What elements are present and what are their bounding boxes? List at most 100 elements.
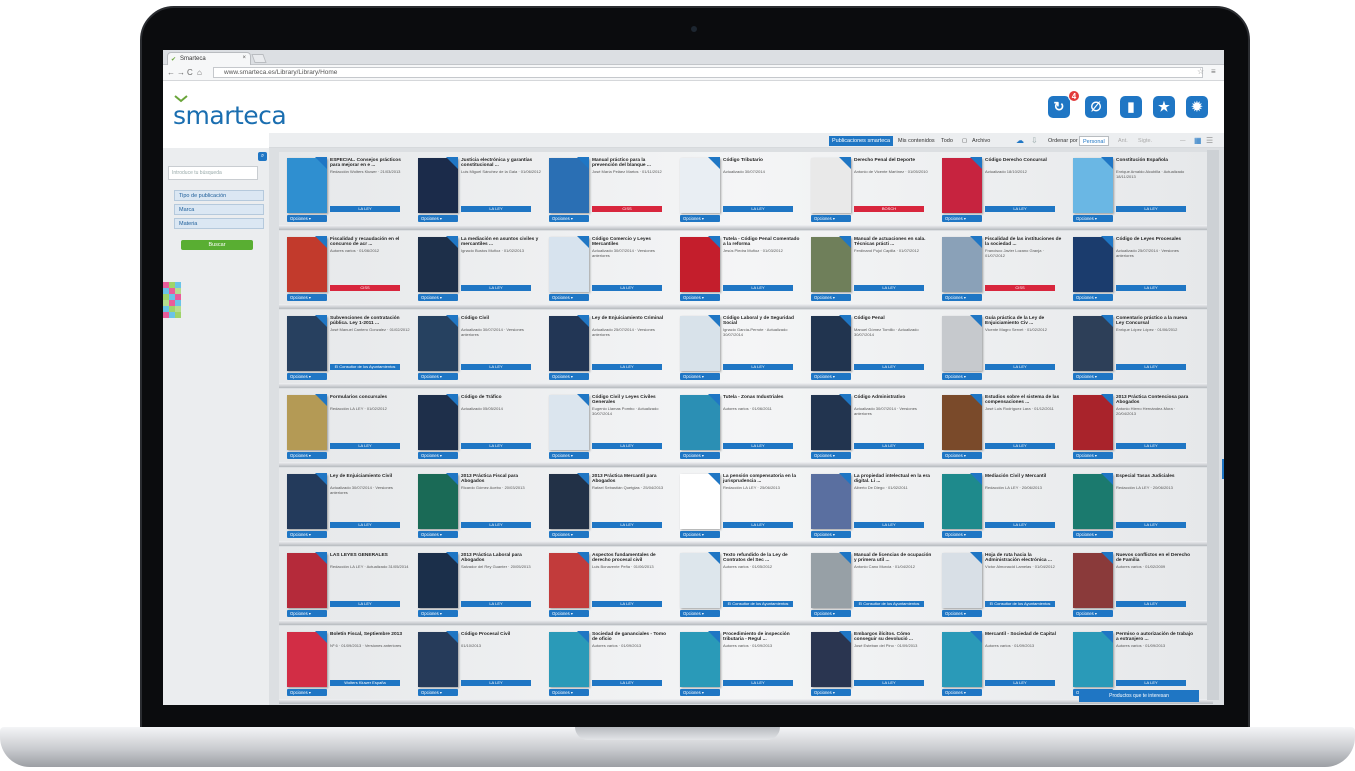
book-cover[interactable] [811,237,851,292]
book-title[interactable]: 2013 Práctica Contenciosa para Abogados [1116,395,1196,406]
book-item[interactable]: Código Derecho Concursal Actualizado 18/1… [940,156,1068,224]
book-item[interactable]: Texto refundido de la Ley de Contratos d… [678,551,806,619]
book-cover[interactable] [811,316,851,371]
options-button[interactable]: Opciones ▾ [680,215,720,222]
options-button[interactable]: Opciones ▾ [418,610,458,617]
book-title[interactable]: La propiedad intelectual en la era digit… [854,474,934,485]
book-item[interactable]: Código Penal Manuel Gómez Tomillo · Actua… [809,314,937,382]
book-item[interactable]: La pensión compensatoria en la jurisprud… [678,472,806,540]
book-cover[interactable] [1073,632,1113,687]
book-title[interactable]: Permiso o autorización de trabajo a extr… [1116,632,1196,643]
book-title[interactable]: Código Laboral y de Seguridad Social [723,316,803,327]
book-item[interactable]: La propiedad intelectual en la era digit… [809,472,937,540]
options-button[interactable]: Opciones ▾ [811,373,851,380]
productos-button[interactable]: Productos que te interesan [1079,690,1199,702]
book-item[interactable]: Boletín Fiscal, Septiembre 2013 Nº 6 · 01… [285,630,413,698]
book-item[interactable]: Código Civil y Leyes Civiles Generales Eu… [547,393,675,461]
book-title[interactable]: Código Penal [854,316,934,321]
book-title[interactable]: Guía práctica de la Ley de Enjuiciamient… [985,316,1065,327]
book-cover[interactable] [1073,395,1113,450]
book-cover[interactable] [549,237,589,292]
book-title[interactable]: Tutela - Zonas Industriales [723,395,803,400]
book-item[interactable]: Tutela - Código Penal Comentado a la ref… [678,235,806,303]
book-title[interactable]: Sociedad de gananciales - Tomo de oficio [592,632,672,643]
book-title[interactable]: Código de Leyes Procesales [1116,237,1196,242]
book-cover[interactable] [418,474,458,529]
book-item[interactable]: Permiso o autorización de trabajo a extr… [1071,630,1199,698]
options-button[interactable]: Opciones ▾ [549,373,589,380]
book-cover[interactable] [549,553,589,608]
book-item[interactable]: 2013 Práctica Contenciosa para Abogados A… [1071,393,1199,461]
options-button[interactable]: Opciones ▾ [680,531,720,538]
book-cover[interactable] [1073,553,1113,608]
scrollbar[interactable] [1207,150,1219,700]
book-item[interactable]: Manual de actuaciones en sala. Técnicas … [809,235,937,303]
cloud-icon[interactable]: ☁ [1013,136,1027,146]
book-title[interactable]: LAS LEYES GENERALES [330,553,410,558]
book-cover[interactable] [942,632,982,687]
options-button[interactable]: Opciones ▾ [418,452,458,459]
book-item[interactable]: Código Civil Actualizado 30/07/2014 · Ver… [416,314,544,382]
book-item[interactable]: LAS LEYES GENERALES Redacción LA LEY · Ac… [285,551,413,619]
book-cover[interactable] [549,158,589,213]
book-title[interactable]: Constitución Española [1116,158,1196,163]
book-title[interactable]: Manual de licencias de ocupación y prime… [854,553,934,564]
book-cover[interactable] [549,632,589,687]
book-cover[interactable] [1073,474,1113,529]
options-button[interactable]: Opciones ▾ [418,294,458,301]
book-item[interactable]: Fiscalidad y recaudación en el concurso … [285,235,413,303]
filter-tipo-publicacion[interactable]: Tipo de publicación [174,190,264,201]
book-cover[interactable] [680,553,720,608]
close-icon[interactable]: × [242,55,246,61]
book-item[interactable]: Embargos ilícitos. Cómo conseguir su dev… [809,630,937,698]
options-button[interactable]: Opciones ▾ [811,610,851,617]
options-button[interactable]: Opciones ▾ [942,215,982,222]
book-item[interactable]: Tutela - Zonas Industriales Autores vario… [678,393,806,461]
options-button[interactable]: Opciones ▾ [1073,452,1113,459]
sync-button[interactable]: ↻ [1048,96,1070,118]
book-cover[interactable] [1073,316,1113,371]
book-item[interactable]: Fiscalidad de las instituciones de la so… [940,235,1068,303]
browser-tab[interactable]: ✔ Smarteca × [167,52,251,65]
book-item[interactable]: Constitución Española Enrique Arnaldo Alc… [1071,156,1199,224]
menu-icon[interactable]: ≡ [1211,67,1216,76]
filter-materia[interactable]: Materia [174,218,264,229]
book-item[interactable]: Manual de licencias de ocupación y prime… [809,551,937,619]
options-button[interactable]: Opciones ▾ [1073,610,1113,617]
options-button[interactable]: Opciones ▾ [418,373,458,380]
book-title[interactable]: Mercantil - Sociedad de Capital [985,632,1065,637]
book-cover[interactable] [287,237,327,292]
book-item[interactable]: Comentario práctico a la nueva Ley Concu… [1071,314,1199,382]
book-title[interactable]: Fiscalidad de las instituciones de la so… [985,237,1065,248]
book-item[interactable]: Subvenciones de contratación pública. Le… [285,314,413,382]
book-cover[interactable] [418,316,458,371]
book-item[interactable]: Código Procesal Civil 01/10/2013 LA LEY Opc… [416,630,544,698]
book-cover[interactable] [1073,237,1113,292]
book-item[interactable]: 2013 Práctica Fiscal para Abogados Ricard… [416,472,544,540]
tab-publicaciones[interactable]: Publicaciones smarteca [829,136,894,146]
book-cover[interactable] [811,632,851,687]
book-cover[interactable] [418,158,458,213]
options-button[interactable]: Opciones ▾ [942,452,982,459]
book-cover[interactable] [418,632,458,687]
book-item[interactable]: 2013 Práctica Laboral para Abogados Salva… [416,551,544,619]
book-cover[interactable] [942,395,982,450]
book-cover[interactable] [680,237,720,292]
book-cover[interactable] [942,158,982,213]
scrollbar-thumb[interactable] [1222,459,1224,479]
book-cover[interactable] [942,553,982,608]
book-title[interactable]: Fiscalidad y recaudación en el concurso … [330,237,410,248]
back-icon[interactable]: ← [167,68,175,77]
options-button[interactable]: Opciones ▾ [942,689,982,696]
options-button[interactable]: Opciones ▾ [418,215,458,222]
book-item[interactable]: Justicia electrónica y garantías constit… [416,156,544,224]
book-item[interactable]: Nuevos conflictos en el Derecho de Famil… [1071,551,1199,619]
bookmark-star-icon[interactable]: ☆ [1197,67,1204,76]
book-title[interactable]: Tutela - Código Penal Comentado a la ref… [723,237,803,248]
options-button[interactable]: Opciones ▾ [287,689,327,696]
book-title[interactable]: Estudios sobre el sistema de las compens… [985,395,1065,406]
options-button[interactable]: Opciones ▾ [549,689,589,696]
book-item[interactable]: 2013 Práctica Mercantil para Abogados Raf… [547,472,675,540]
options-button[interactable]: Opciones ▾ [680,373,720,380]
options-button[interactable]: Opciones ▾ [287,452,327,459]
